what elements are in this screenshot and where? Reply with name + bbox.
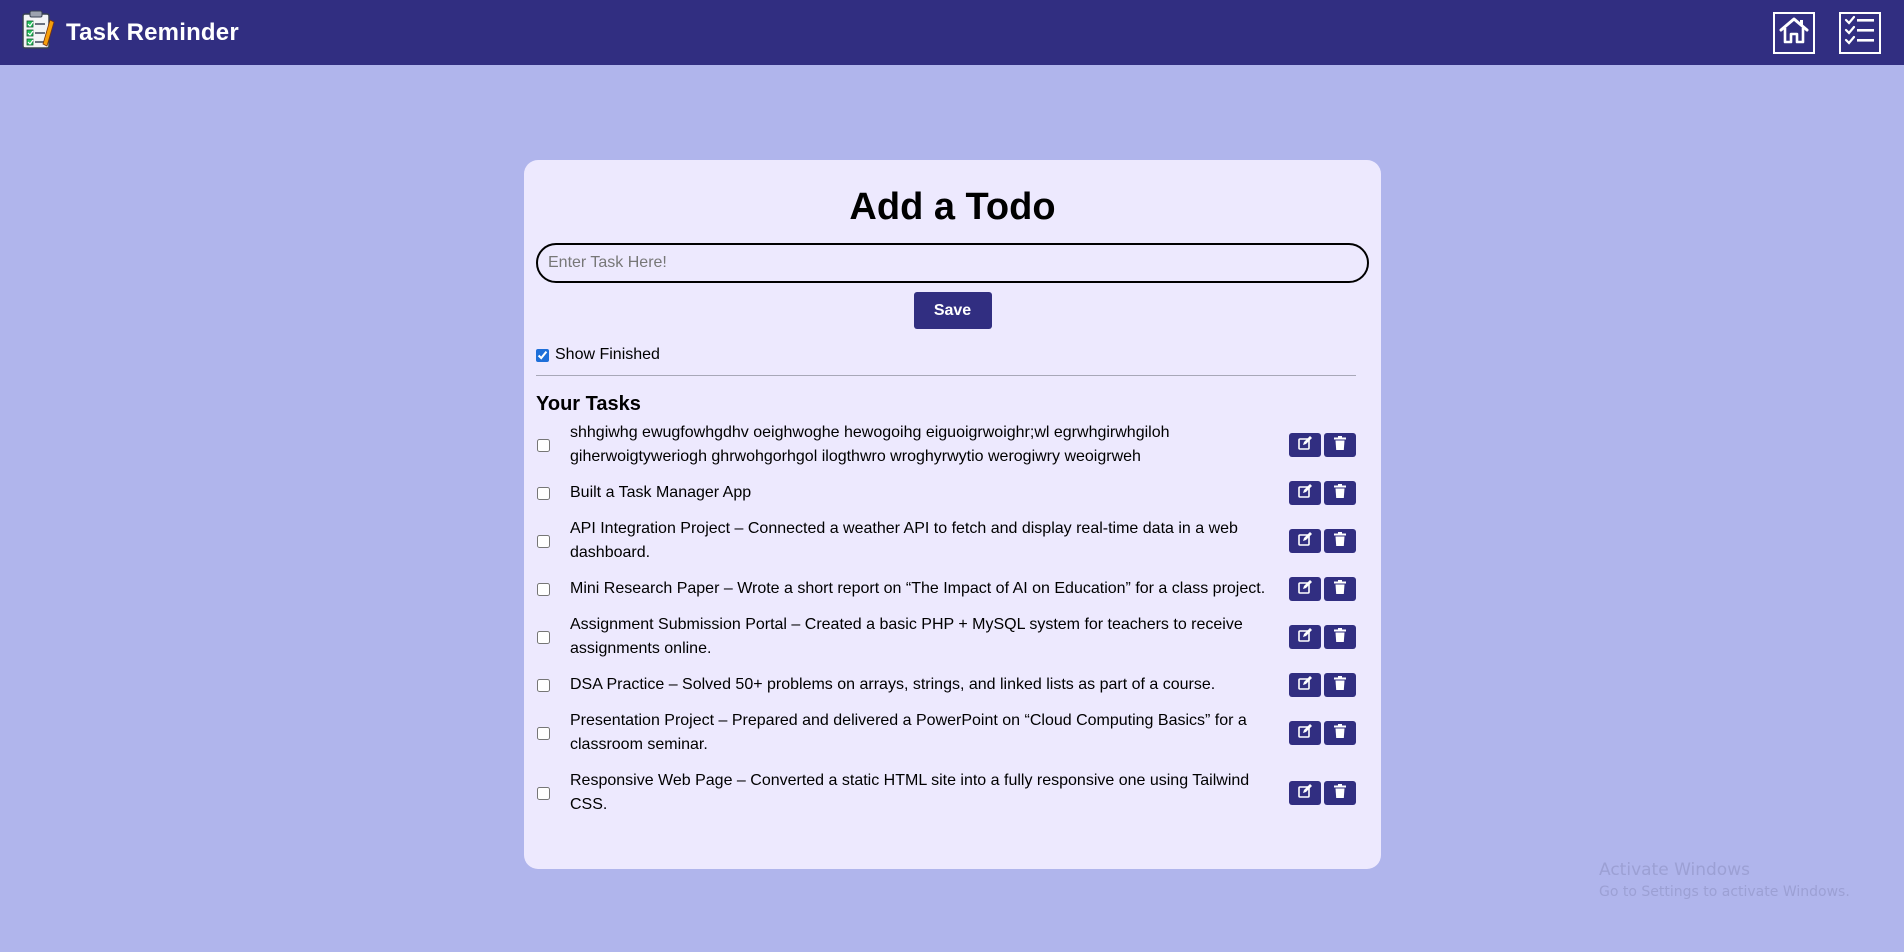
trash-icon bbox=[1334, 435, 1346, 455]
show-finished-toggle[interactable]: Show Finished bbox=[536, 346, 1369, 364]
trash-icon bbox=[1334, 783, 1346, 803]
delete-task-button[interactable] bbox=[1324, 625, 1356, 649]
edit-task-button[interactable] bbox=[1289, 781, 1321, 805]
show-finished-checkbox[interactable] bbox=[536, 348, 549, 362]
task-text: Built a Task Manager App bbox=[570, 484, 752, 501]
trash-icon bbox=[1334, 483, 1346, 503]
task-text: Assignment Submission Portal – Created a… bbox=[570, 616, 1243, 657]
task-text: DSA Practice – Solved 50+ problems on ar… bbox=[570, 676, 1216, 693]
task-row: API Integration Project – Connected a we… bbox=[536, 517, 1356, 565]
task-checkbox[interactable] bbox=[537, 630, 550, 644]
task-actions bbox=[1289, 433, 1356, 457]
task-row: shhgiwhg ewugfowhgdhv oeighwoghe hewogoi… bbox=[536, 421, 1356, 469]
edit-icon bbox=[1298, 723, 1312, 743]
task-row: DSA Practice – Solved 50+ problems on ar… bbox=[536, 673, 1356, 697]
edit-task-button[interactable] bbox=[1289, 721, 1321, 745]
edit-task-button[interactable] bbox=[1289, 529, 1321, 553]
edit-icon bbox=[1298, 435, 1312, 455]
task-text: Responsive Web Page – Converted a static… bbox=[570, 772, 1250, 813]
edit-task-button[interactable] bbox=[1289, 625, 1321, 649]
app-logo-icon bbox=[20, 10, 56, 55]
task-checkbox[interactable] bbox=[537, 786, 550, 800]
task-row: Presentation Project – Prepared and deli… bbox=[536, 709, 1356, 757]
watermark-subtitle: Go to Settings to activate Windows. bbox=[1599, 884, 1850, 900]
todo-card: Add a Todo Save Show Finished Your Tasks… bbox=[524, 160, 1381, 869]
save-button[interactable]: Save bbox=[913, 292, 992, 329]
task-row: Mini Research Paper – Wrote a short repo… bbox=[536, 577, 1356, 601]
trash-icon bbox=[1334, 531, 1346, 551]
task-actions bbox=[1289, 529, 1356, 553]
task-actions bbox=[1289, 625, 1356, 649]
task-text: shhgiwhg ewugfowhgdhv oeighwoghe hewogoi… bbox=[570, 424, 1170, 465]
home-button[interactable] bbox=[1773, 11, 1815, 54]
task-checkbox[interactable] bbox=[537, 582, 550, 596]
task-list: shhgiwhg ewugfowhgdhv oeighwoghe hewogoi… bbox=[536, 421, 1369, 817]
task-checkbox[interactable] bbox=[537, 534, 550, 548]
brand[interactable]: Task Reminder bbox=[20, 10, 239, 55]
edit-task-button[interactable] bbox=[1289, 673, 1321, 697]
tasks-button[interactable] bbox=[1839, 11, 1881, 54]
edit-task-button[interactable] bbox=[1289, 577, 1321, 601]
task-actions bbox=[1289, 577, 1356, 601]
delete-task-button[interactable] bbox=[1324, 781, 1356, 805]
task-actions bbox=[1289, 781, 1356, 805]
app-title: Task Reminder bbox=[66, 18, 239, 46]
task-row: Assignment Submission Portal – Created a… bbox=[536, 613, 1356, 661]
task-actions bbox=[1289, 721, 1356, 745]
page-title: Add a Todo bbox=[849, 186, 1056, 228]
task-checkbox[interactable] bbox=[537, 438, 550, 452]
edit-icon bbox=[1298, 783, 1312, 803]
task-row: Built a Task Manager App bbox=[536, 481, 1356, 505]
watermark-title: Activate Windows bbox=[1599, 860, 1750, 880]
task-row: Responsive Web Page – Converted a static… bbox=[536, 769, 1356, 817]
edit-task-button[interactable] bbox=[1289, 433, 1321, 457]
divider bbox=[536, 375, 1356, 376]
show-finished-label: Show Finished bbox=[555, 346, 660, 363]
task-text: API Integration Project – Connected a we… bbox=[570, 520, 1238, 561]
task-text: Presentation Project – Prepared and deli… bbox=[570, 712, 1247, 753]
home-icon bbox=[1779, 16, 1809, 49]
trash-icon bbox=[1334, 579, 1346, 599]
trash-icon bbox=[1334, 675, 1346, 695]
edit-icon bbox=[1298, 483, 1312, 503]
edit-icon bbox=[1298, 531, 1312, 551]
edit-icon bbox=[1298, 579, 1312, 599]
task-input[interactable] bbox=[536, 243, 1369, 283]
task-actions bbox=[1289, 673, 1356, 697]
trash-icon bbox=[1334, 723, 1346, 743]
delete-task-button[interactable] bbox=[1324, 529, 1356, 553]
edit-task-button[interactable] bbox=[1289, 481, 1321, 505]
task-text: Mini Research Paper – Wrote a short repo… bbox=[570, 580, 1266, 597]
delete-task-button[interactable] bbox=[1324, 721, 1356, 745]
tasks-heading: Your Tasks bbox=[536, 393, 641, 415]
nav-icons bbox=[1773, 11, 1881, 54]
delete-task-button[interactable] bbox=[1324, 577, 1356, 601]
edit-icon bbox=[1298, 675, 1312, 695]
navbar: Task Reminder bbox=[0, 0, 1904, 65]
task-checkbox[interactable] bbox=[537, 678, 550, 692]
task-list-icon bbox=[1844, 15, 1876, 50]
task-actions bbox=[1289, 481, 1356, 505]
trash-icon bbox=[1334, 627, 1346, 647]
edit-icon bbox=[1298, 627, 1312, 647]
delete-task-button[interactable] bbox=[1324, 481, 1356, 505]
windows-activation-watermark: Activate Windows Go to Settings to activ… bbox=[1599, 860, 1850, 900]
task-checkbox[interactable] bbox=[537, 486, 550, 500]
delete-task-button[interactable] bbox=[1324, 433, 1356, 457]
delete-task-button[interactable] bbox=[1324, 673, 1356, 697]
task-checkbox[interactable] bbox=[537, 726, 550, 740]
